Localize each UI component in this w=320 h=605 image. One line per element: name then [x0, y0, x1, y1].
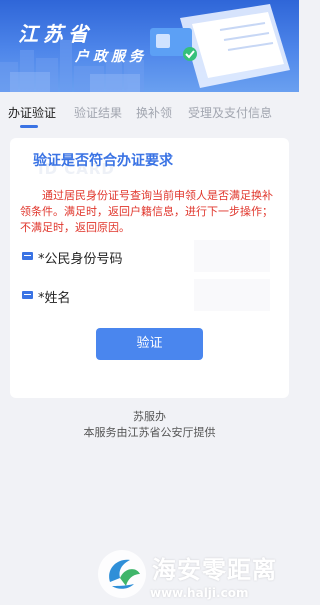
header-title-service: 户政服务 [75, 49, 147, 65]
name-label: *姓名 [38, 291, 71, 306]
id-card-icon [22, 291, 33, 299]
tab-bar: 办证验证 验证结果 换补领 受理及支付信息 [0, 92, 299, 130]
tab-verify[interactable]: 办证验证 [8, 104, 56, 121]
id-card-icon [22, 252, 33, 260]
id-number-input[interactable] [194, 240, 270, 272]
header-banner: 江苏省 户政服务 [0, 0, 299, 92]
name-field[interactable]: *姓名 [22, 279, 277, 311]
document-illustration [150, 4, 290, 88]
tab-result[interactable]: 验证结果 [74, 104, 122, 121]
verify-card: ID CARD 验证是否符合办证要求 通过居民身份证号查询当前申领人是否满足换补… [10, 138, 289, 398]
verify-button[interactable]: 验证 [96, 328, 203, 360]
active-tab-indicator [20, 125, 38, 128]
tab-payment[interactable]: 受理及支付信息 [188, 104, 272, 121]
tab-replace[interactable]: 换补领 [136, 104, 172, 121]
id-number-field[interactable]: *公民身份号码 [22, 240, 277, 272]
name-input[interactable] [194, 279, 270, 311]
notice-area: 通过居民身份证号查询当前申领人是否满足换补领条件。满足时，返回户籍信息，进行下一… [10, 162, 289, 234]
watermark-text: 海安零距离 [152, 556, 277, 584]
footer-provider: 本服务由江苏省公安厅提供 [83, 426, 216, 439]
notice-text: 通过居民身份证号查询当前申领人是否满足换补领条件。满足时，返回户籍信息，进行下一… [20, 189, 273, 234]
footer-brand: 苏服办 [133, 410, 166, 423]
header-title-province: 江苏省 [18, 22, 93, 46]
watermark-logo-icon [98, 550, 146, 598]
watermark-url: www.halji.com [150, 586, 249, 600]
id-number-label: *公民身份号码 [38, 252, 123, 267]
